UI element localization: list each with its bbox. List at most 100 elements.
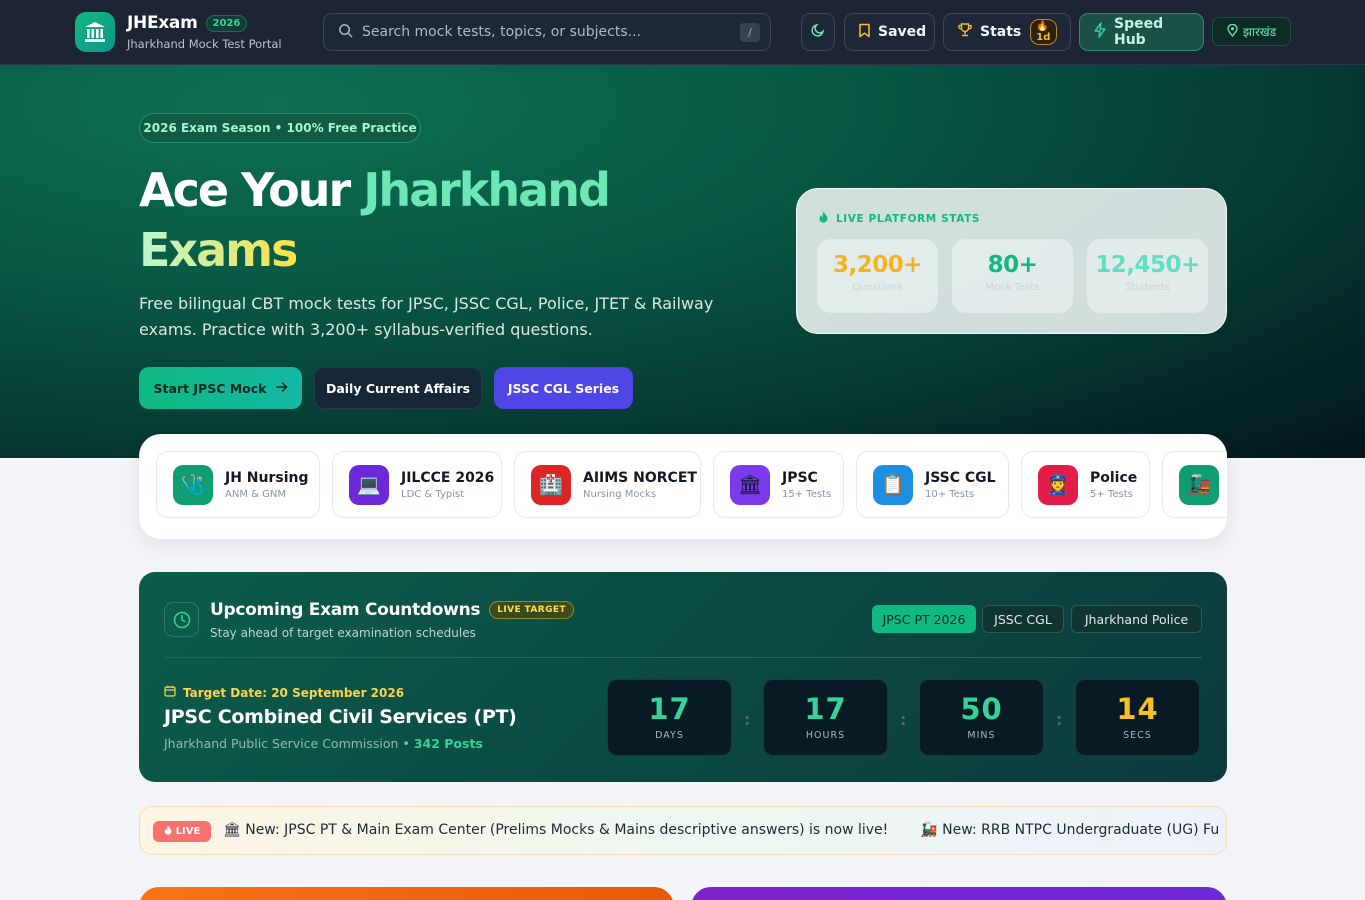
hero-description: Free bilingual CBT mock tests for JPSC, … (139, 294, 714, 339)
stat-students: 12,450+ Students (1087, 239, 1208, 313)
tab-jpsc-pt-2026[interactable]: JPSC PT 2026 (872, 605, 976, 633)
calendar-icon (164, 685, 176, 700)
category-name: JSSC CGL (925, 469, 996, 486)
train-icon: 🚂 (1179, 464, 1219, 505)
timer-label: SECS (1123, 730, 1152, 741)
trophy-icon (957, 22, 973, 42)
category-aiims-norcet[interactable]: 🏥 AIIMS NORCET Nursing Mocks (514, 451, 701, 518)
stat-mock-tests: 80+ Mock Tests (952, 239, 1073, 313)
saved-label: Saved (878, 24, 927, 40)
stats-button[interactable]: Stats 🔥1d (943, 13, 1071, 51)
hero-title-part-1: Ace Your (139, 163, 364, 217)
live-target-badge: LIVE TARGET (489, 601, 574, 619)
timer-colon: : (1056, 710, 1063, 729)
exam-season-pill: 2026 Exam Season • 100% Free Practice (139, 113, 421, 143)
streak-badge: 🔥1d (1030, 19, 1057, 45)
bookmark-icon (858, 23, 871, 42)
speed-hub-button[interactable]: Speed Hub (1079, 13, 1204, 51)
category-sub: ANM & GNM (225, 488, 286, 500)
stats-card-title: LIVE PLATFORM STATS (819, 211, 980, 226)
daily-current-affairs-button[interactable]: Daily Current Affairs (314, 367, 482, 409)
police-officer-icon: 👮 (1038, 464, 1078, 505)
stat-label: Students (1125, 282, 1170, 293)
start-jpsc-mock-label: Start JPSC Mock (153, 380, 267, 396)
exam-organization: Jharkhand Public Service Commission • 34… (164, 736, 483, 751)
timer-days: 17 DAYS (607, 679, 732, 756)
category-jssc-cgl[interactable]: 📋 JSSC CGL 10+ Tests (856, 451, 1009, 518)
organization-name: Jharkhand Public Service Commission (164, 736, 399, 751)
divider (164, 657, 1202, 658)
timer-colon: : (744, 710, 751, 729)
start-jpsc-mock-button[interactable]: Start JPSC Mock (139, 367, 302, 409)
countdown-subtitle: Stay ahead of target examination schedul… (210, 626, 476, 640)
search-icon (338, 23, 353, 42)
hero-title-gradient: Exams (139, 223, 298, 277)
posts-count: 342 Posts (413, 736, 483, 751)
stethoscope-icon: 🩺 (173, 464, 213, 505)
category-name: JPSC (782, 469, 818, 486)
logo-icon[interactable] (75, 12, 115, 52)
ticker-items: 🏛 New: JPSC PT & Main Exam Center (Preli… (223, 822, 1219, 838)
target-date-text: Target Date: 20 September 2026 (183, 685, 405, 700)
feature-card-purple[interactable] (691, 887, 1227, 900)
feature-card-orange[interactable] (139, 887, 674, 900)
ticker-item[interactable]: 🏛 New: JPSC PT & Main Exam Center (Preli… (223, 822, 888, 838)
hero-title-highlight: Jharkhand (363, 163, 611, 217)
saved-button[interactable]: Saved (844, 13, 935, 51)
category-jilcce[interactable]: 💻 JILCCE 2026 LDC & Typist (332, 451, 502, 518)
timer-hours: 17 HOURS (763, 679, 888, 756)
clock-icon (164, 602, 199, 637)
stat-label: Mock Tests (985, 282, 1040, 293)
lightning-icon (1093, 22, 1107, 42)
government-building-icon: 🏛 (730, 464, 770, 505)
brand-subtitle: Jharkhand Mock Test Portal (127, 37, 282, 51)
theme-toggle-button[interactable] (801, 13, 835, 51)
hospital-icon: 🏥 (531, 464, 571, 505)
brand-name: JHExam (127, 13, 198, 33)
separator-dot: • (402, 736, 410, 751)
timer-label: MINS (967, 730, 996, 741)
category-name: JILCCE 2026 (401, 469, 495, 486)
category-jpsc[interactable]: 🏛 JPSC 15+ Tests (713, 451, 844, 518)
stat-value: 3,200+ (832, 252, 923, 278)
category-jh-nursing[interactable]: 🩺 JH Nursing ANM & GNM (156, 451, 320, 518)
top-navbar: JHExam 2026 Jharkhand Mock Test Portal /… (0, 0, 1365, 65)
stats-card-title-text: LIVE PLATFORM STATS (836, 212, 981, 225)
stats-label: Stats (980, 24, 1022, 40)
category-sub: 15+ Tests (782, 488, 832, 500)
brand[interactable]: JHExam 2026 (127, 13, 248, 33)
moon-icon (810, 22, 826, 42)
exam-name: JPSC Combined Civil Services (PT) (164, 706, 517, 728)
category-sub: LDC & Typist (401, 488, 465, 500)
brand-year-badge: 2026 (205, 14, 248, 32)
jssc-cgl-series-button[interactable]: JSSC CGL Series (494, 367, 633, 409)
search-bar[interactable]: / (323, 13, 771, 51)
countdown-title-text: Upcoming Exam Countdowns (210, 600, 481, 620)
countdown-title: Upcoming Exam Countdowns LIVE TARGET (210, 600, 574, 620)
category-name: JH Nursing (225, 469, 309, 486)
region-label: झारखंड (1242, 25, 1277, 39)
exam-countdown-panel: Upcoming Exam Countdowns LIVE TARGET Sta… (139, 572, 1227, 782)
timer-colon: : (900, 710, 907, 729)
arrow-right-icon (275, 381, 288, 396)
flame-icon (819, 211, 828, 226)
clipboard-icon: 📋 (873, 464, 913, 505)
speed-hub-label: Speed Hub (1114, 16, 1164, 48)
category-police[interactable]: 👮 Police 5+ Tests (1021, 451, 1150, 518)
category-railway[interactable]: 🚂 (1162, 451, 1227, 518)
map-pin-icon (1227, 23, 1238, 40)
category-sub: 10+ Tests (925, 488, 975, 500)
ticker-item[interactable]: 🚂 New: RRB NTPC Undergraduate (UG) Fu (920, 822, 1219, 838)
tab-jssc-cgl[interactable]: JSSC CGL (982, 605, 1064, 633)
timer-label: DAYS (655, 730, 684, 741)
timer-label: HOURS (805, 730, 846, 741)
tab-jharkhand-police[interactable]: Jharkhand Police (1071, 605, 1202, 633)
search-input[interactable] (362, 24, 722, 40)
stat-label: Questions (852, 282, 903, 293)
region-language-button[interactable]: झारखंड (1212, 17, 1291, 46)
timer-mins: 50 MINS (919, 679, 1044, 756)
timer-secs: 14 SECS (1075, 679, 1200, 756)
fire-icon: 🔥 (1036, 21, 1049, 32)
stat-value: 12,450+ (1095, 252, 1200, 278)
category-name: AIIMS NORCET (583, 469, 697, 486)
